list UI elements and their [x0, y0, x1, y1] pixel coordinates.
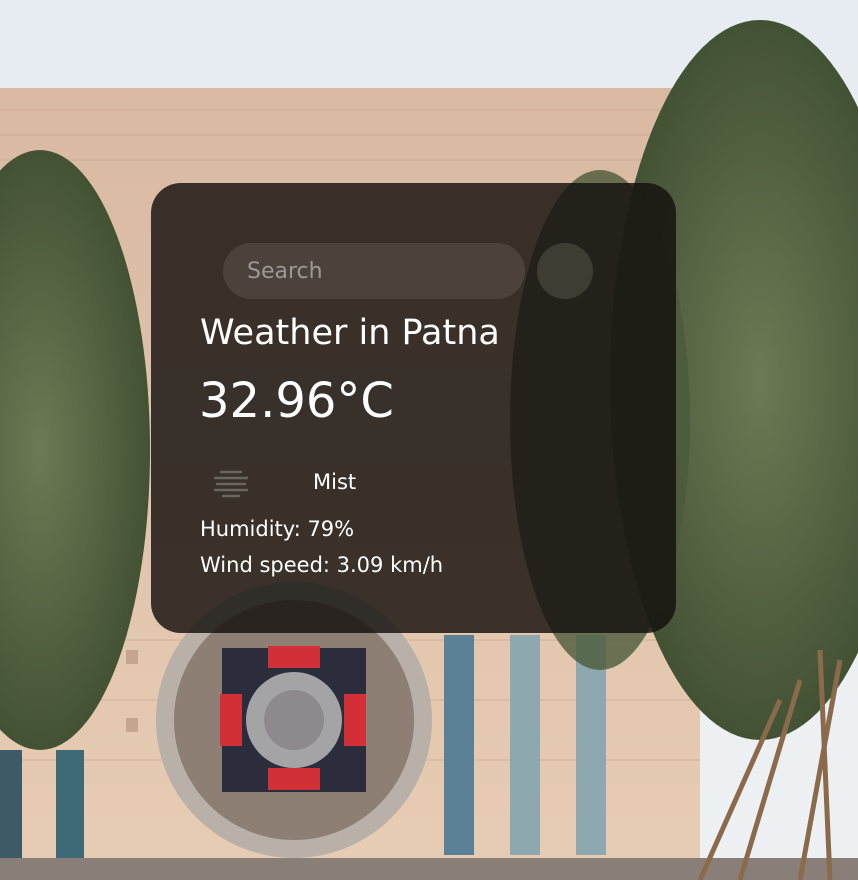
wind-speed: Wind speed: 3.09 km/h — [200, 553, 444, 577]
search-input[interactable] — [223, 243, 525, 299]
condition-label: Mist — [313, 470, 357, 494]
weather-title: Weather in Patna — [200, 313, 500, 353]
mist-icon — [211, 465, 251, 499]
weather-card: Weather in Patna 32.96°C Mist Humidity: … — [151, 183, 676, 633]
temperature: 32.96°C — [199, 373, 394, 429]
weather-condition: Mist — [211, 465, 356, 499]
search-bar — [223, 243, 593, 299]
search-button[interactable] — [537, 243, 593, 299]
humidity: Humidity: 79% — [200, 517, 355, 541]
